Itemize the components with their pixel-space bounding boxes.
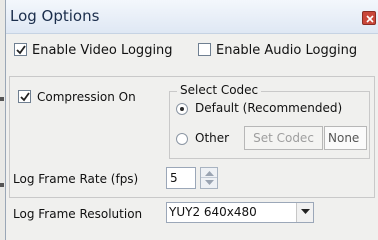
window-title: Log Options — [10, 7, 100, 25]
codec-name-field: None — [324, 126, 367, 150]
compression-label[interactable]: Compression On — [37, 90, 136, 104]
title-bar[interactable]: Log Options — [6, 0, 378, 34]
background-mark — [0, 183, 4, 187]
spinner-up-button[interactable] — [201, 168, 217, 178]
radio-selected-dot — [180, 107, 184, 111]
checkmark-icon — [20, 92, 30, 102]
frame-resolution-select[interactable]: YUY2 640x480 — [166, 202, 314, 223]
frame-rate-input[interactable]: 5 — [166, 167, 196, 189]
frame-rate-label: Log Frame Rate (fps) — [13, 172, 139, 186]
chevron-down-icon — [301, 209, 310, 214]
close-button[interactable] — [362, 11, 376, 25]
close-icon — [366, 15, 374, 23]
codec-default-radio[interactable] — [176, 103, 188, 115]
arrow-up-icon — [205, 171, 214, 176]
checkmark-icon — [16, 45, 26, 55]
audio-logging-checkbox[interactable] — [198, 43, 211, 56]
spinner-down-button[interactable] — [201, 178, 217, 188]
background-mark — [0, 97, 4, 101]
video-logging-label[interactable]: Enable Video Logging — [32, 43, 173, 58]
codec-other-label[interactable]: Other — [195, 131, 229, 145]
video-logging-checkbox[interactable] — [14, 43, 27, 56]
compression-checkbox[interactable] — [18, 90, 31, 103]
log-options-window: Log Options Enable Video Logging Enable … — [5, 0, 378, 240]
audio-logging-label[interactable]: Enable Audio Logging — [216, 43, 357, 58]
dropdown-button[interactable] — [296, 203, 313, 222]
frame-resolution-value: YUY2 640x480 — [169, 205, 257, 219]
codec-other-radio[interactable] — [176, 133, 188, 145]
arrow-down-icon — [205, 180, 214, 185]
codec-default-label[interactable]: Default (Recommended) — [195, 101, 342, 115]
set-codec-button[interactable]: Set Codec — [244, 126, 323, 150]
frame-resolution-label: Log Frame Resolution — [13, 207, 143, 221]
frame-rate-spinner[interactable] — [200, 167, 218, 189]
codec-group-title: Select Codec — [177, 83, 262, 97]
